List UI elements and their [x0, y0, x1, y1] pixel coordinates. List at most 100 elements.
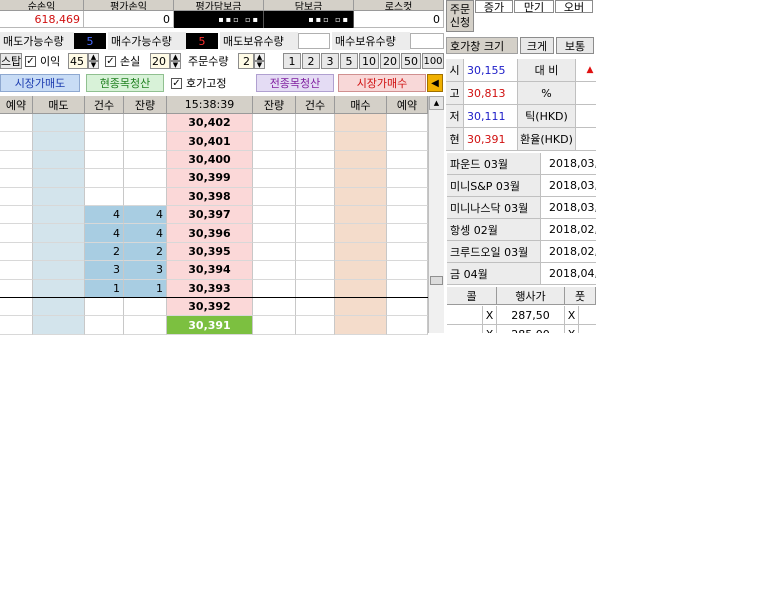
buy-cell[interactable] — [335, 279, 387, 298]
price-cell[interactable]: 30,400 — [167, 150, 253, 170]
buy-reserve-cell[interactable] — [387, 242, 428, 262]
futures-name[interactable]: 파운드 03월 — [447, 153, 541, 175]
close-all-button[interactable]: 전종목청산 — [256, 74, 334, 92]
price-cell[interactable]: 30,397 — [167, 206, 253, 225]
market-buy-button[interactable]: 시장가매수 — [338, 74, 426, 92]
buy-reserve-cell[interactable] — [387, 206, 428, 225]
price-cell[interactable]: 30,392 — [167, 298, 253, 317]
sell-cell[interactable] — [33, 169, 85, 188]
sell-reserve-cell[interactable] — [0, 114, 33, 133]
futures-name[interactable]: 미니나스닥 03월 — [447, 197, 541, 219]
sell-cell[interactable] — [33, 316, 85, 335]
sell-cell[interactable] — [33, 150, 85, 170]
sell-cell[interactable] — [33, 114, 85, 133]
sell-cell[interactable] — [33, 279, 85, 298]
futures-name[interactable]: 금 04월 — [447, 263, 541, 285]
sell-reserve-cell[interactable] — [0, 206, 33, 225]
sell-reserve-cell[interactable] — [0, 224, 33, 243]
buy-cell[interactable] — [335, 150, 387, 170]
sell-cell[interactable] — [33, 132, 85, 151]
sell-reserve-cell[interactable] — [0, 132, 33, 151]
sell-cell[interactable] — [33, 261, 85, 280]
scroll-up-icon[interactable]: ▲ — [429, 96, 444, 110]
fix-quote-checkbox[interactable]: ✓ — [171, 78, 182, 89]
close-current-sell-button[interactable]: 현종목청산 — [86, 74, 164, 92]
stop-button[interactable]: 스탑 — [0, 53, 22, 69]
sell-cell[interactable] — [33, 298, 85, 317]
buy-reserve-cell[interactable] — [387, 279, 428, 298]
tab-over[interactable]: 오버 — [555, 0, 593, 13]
buy-cell[interactable] — [335, 187, 387, 206]
sell-cell[interactable] — [33, 242, 85, 262]
quote-size-big-button[interactable]: 크게 — [520, 37, 554, 54]
qty-button-2[interactable]: 2 — [302, 53, 320, 69]
buy-cell[interactable] — [335, 169, 387, 188]
quote-size-normal-button[interactable]: 보통 — [556, 37, 594, 54]
sell-reserve-cell[interactable] — [0, 150, 33, 170]
option-call-cell[interactable] — [447, 306, 483, 325]
qty-button-20[interactable]: 20 — [380, 53, 400, 69]
futures-name[interactable]: 크루드오일 03월 — [447, 241, 541, 263]
buy-reserve-cell[interactable] — [387, 298, 428, 317]
order-qty-spinner-down-icon[interactable]: ▼ — [254, 61, 265, 69]
price-cell[interactable]: 30,402 — [167, 114, 253, 133]
order-qty-spinner-up-icon[interactable]: ▲ — [254, 53, 265, 61]
qty-button-3[interactable]: 3 — [321, 53, 339, 69]
order-request-button[interactable]: 주문 신청 — [446, 0, 474, 32]
buy-reserve-cell[interactable] — [387, 261, 428, 280]
buy-cell[interactable] — [335, 206, 387, 225]
buy-reserve-cell[interactable] — [387, 224, 428, 243]
qty-button-10[interactable]: 10 — [359, 53, 379, 69]
order-qty-input[interactable]: 2 — [238, 53, 254, 69]
buy-reserve-cell[interactable] — [387, 316, 428, 335]
qty-button-5[interactable]: 5 — [340, 53, 358, 69]
buy-cell[interactable] — [335, 224, 387, 243]
sell-reserve-cell[interactable] — [0, 261, 33, 280]
sell-cell[interactable] — [33, 206, 85, 225]
qty-button-50[interactable]: 50 — [401, 53, 421, 69]
buy-cell[interactable] — [335, 114, 387, 133]
sell-cell[interactable] — [33, 224, 85, 243]
tab-expiry[interactable]: 만기 — [514, 0, 554, 13]
futures-name[interactable]: 항셍 02월 — [447, 219, 541, 241]
loss-checkbox[interactable]: ✓ — [105, 56, 116, 67]
market-sell-button[interactable]: 시장가매도 — [0, 74, 80, 92]
price-cell[interactable]: 30,395 — [167, 242, 253, 262]
price-cell[interactable]: 30,399 — [167, 169, 253, 188]
scroll-thumb[interactable] — [430, 276, 443, 285]
buy-cell[interactable] — [335, 316, 387, 335]
loss-input[interactable]: 20 — [150, 53, 170, 69]
tab-increase[interactable]: 증가 — [475, 0, 513, 13]
price-cell[interactable]: 30,396 — [167, 224, 253, 243]
price-cell[interactable]: 30,401 — [167, 132, 253, 151]
profit-input[interactable]: 45 — [68, 53, 88, 69]
price-cell[interactable]: 30,391 — [167, 316, 253, 335]
option-call-cell[interactable] — [447, 325, 483, 333]
loss-spinner-down-icon[interactable]: ▼ — [170, 61, 181, 69]
profit-spinner-down-icon[interactable]: ▼ — [88, 61, 99, 69]
sell-reserve-cell[interactable] — [0, 316, 33, 335]
sell-reserve-cell[interactable] — [0, 279, 33, 298]
qty-button-100[interactable]: 100 — [422, 53, 444, 69]
buy-cell[interactable] — [335, 298, 387, 317]
profit-checkbox[interactable]: ✓ — [25, 56, 36, 67]
sell-reserve-cell[interactable] — [0, 169, 33, 188]
buy-reserve-cell[interactable] — [387, 132, 428, 151]
collapse-arrow-icon[interactable]: ◀ — [427, 74, 443, 92]
buy-reserve-cell[interactable] — [387, 114, 428, 133]
sell-reserve-cell[interactable] — [0, 242, 33, 262]
price-cell[interactable]: 30,398 — [167, 187, 253, 206]
buy-reserve-cell[interactable] — [387, 187, 428, 206]
buy-reserve-cell[interactable] — [387, 150, 428, 170]
price-cell[interactable]: 30,393 — [167, 279, 253, 298]
sell-cell[interactable] — [33, 187, 85, 206]
order-book-scrollbar[interactable]: ▲ — [428, 96, 444, 333]
buy-reserve-cell[interactable] — [387, 169, 428, 188]
buy-cell[interactable] — [335, 242, 387, 262]
profit-spinner-up-icon[interactable]: ▲ — [88, 53, 99, 61]
option-put-cell[interactable] — [579, 325, 596, 333]
price-cell[interactable]: 30,394 — [167, 261, 253, 280]
buy-cell[interactable] — [335, 132, 387, 151]
sell-reserve-cell[interactable] — [0, 187, 33, 206]
sell-reserve-cell[interactable] — [0, 298, 33, 317]
